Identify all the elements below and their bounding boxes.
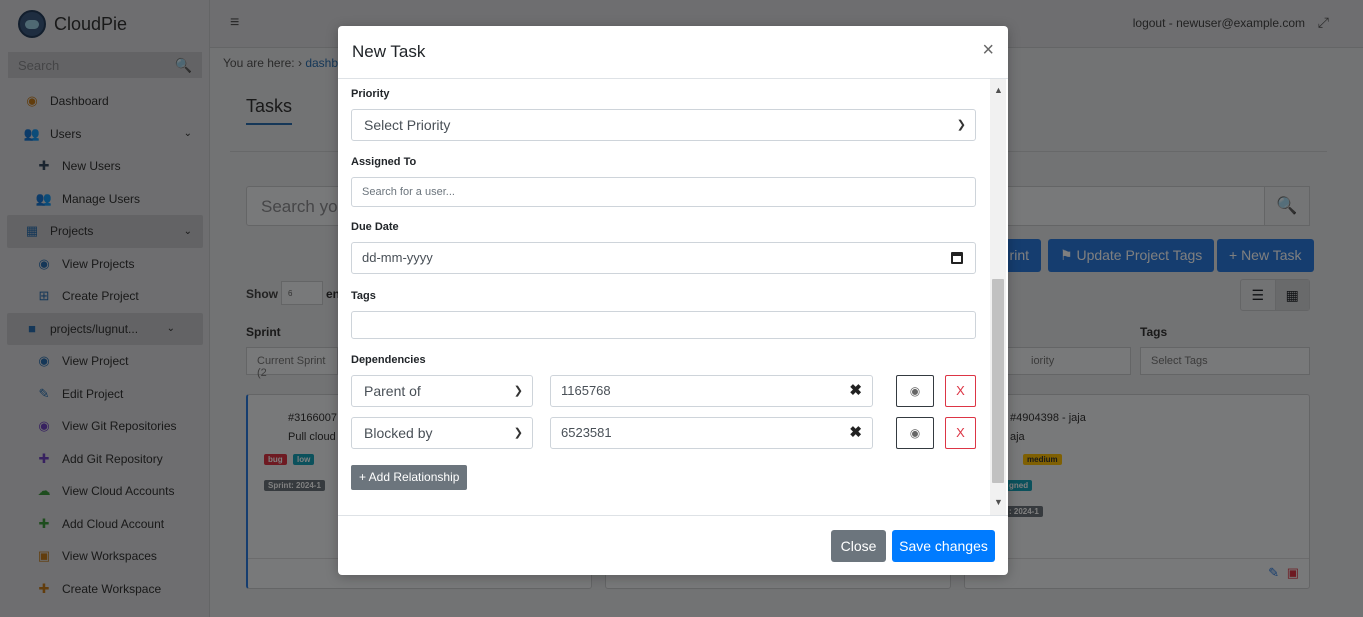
dependency-task-value: 6523581 xyxy=(561,425,612,440)
remove-dependency-button[interactable]: X xyxy=(945,417,976,449)
due-date-label: Due Date xyxy=(351,221,399,233)
clear-icon[interactable]: ✖ xyxy=(849,418,862,448)
due-date-input[interactable]: dd-mm-yyyy xyxy=(351,242,976,274)
view-dependency-button[interactable]: ◉ xyxy=(896,417,934,449)
dependency-type-select[interactable]: Blocked by ❯ xyxy=(351,417,533,449)
eye-icon: ◉ xyxy=(909,426,921,440)
chevron-down-icon: ❯ xyxy=(513,385,523,397)
view-dependency-button[interactable]: ◉ xyxy=(896,375,934,407)
tags-label: Tags xyxy=(351,290,376,302)
clear-icon[interactable]: ✖ xyxy=(849,376,862,406)
modal-scrollbar[interactable]: ▲ ▼ xyxy=(990,79,1006,515)
due-date-value: dd-mm-yyyy xyxy=(362,250,433,265)
remove-dependency-button[interactable]: X xyxy=(945,375,976,407)
save-changes-button[interactable]: Save changes xyxy=(892,530,995,562)
dependency-task-input[interactable]: 6523581 ✖ xyxy=(550,417,873,449)
eye-icon: ◉ xyxy=(909,384,921,398)
dependency-task-value: 1165768 xyxy=(561,383,611,398)
priority-label: Priority xyxy=(351,88,390,100)
modal-footer: Close Save changes xyxy=(338,515,1008,575)
calendar-icon[interactable] xyxy=(951,252,963,264)
dependency-type-value: Parent of xyxy=(364,383,421,399)
priority-select[interactable]: Select Priority ❯ xyxy=(351,109,976,141)
scrollbar-thumb[interactable] xyxy=(992,279,1004,483)
dependency-task-input[interactable]: 1165768 ✖ xyxy=(550,375,873,407)
close-icon[interactable]: × xyxy=(982,40,994,60)
assigned-to-input[interactable]: Search for a user... xyxy=(351,177,976,207)
dependency-type-select[interactable]: Parent of ❯ xyxy=(351,375,533,407)
priority-select-value: Select Priority xyxy=(364,117,451,133)
dependency-type-value: Blocked by xyxy=(364,425,433,441)
close-button[interactable]: Close xyxy=(831,530,886,562)
scroll-down-icon[interactable]: ▼ xyxy=(994,497,1003,507)
assigned-to-label: Assigned To xyxy=(351,156,417,168)
tags-input[interactable] xyxy=(351,311,976,339)
chevron-down-icon: ❯ xyxy=(956,119,966,131)
new-task-modal: New Task × Priority Select Priority ❯ As… xyxy=(338,26,1008,575)
dependencies-label: Dependencies xyxy=(351,354,426,366)
modal-title: New Task xyxy=(352,42,426,61)
modal-header: New Task × xyxy=(338,26,1008,79)
add-relationship-button[interactable]: + Add Relationship xyxy=(351,465,468,490)
modal-body: Priority Select Priority ❯ Assigned To S… xyxy=(338,79,1008,515)
chevron-down-icon: ❯ xyxy=(513,427,523,439)
scroll-up-icon[interactable]: ▲ xyxy=(994,85,1003,95)
